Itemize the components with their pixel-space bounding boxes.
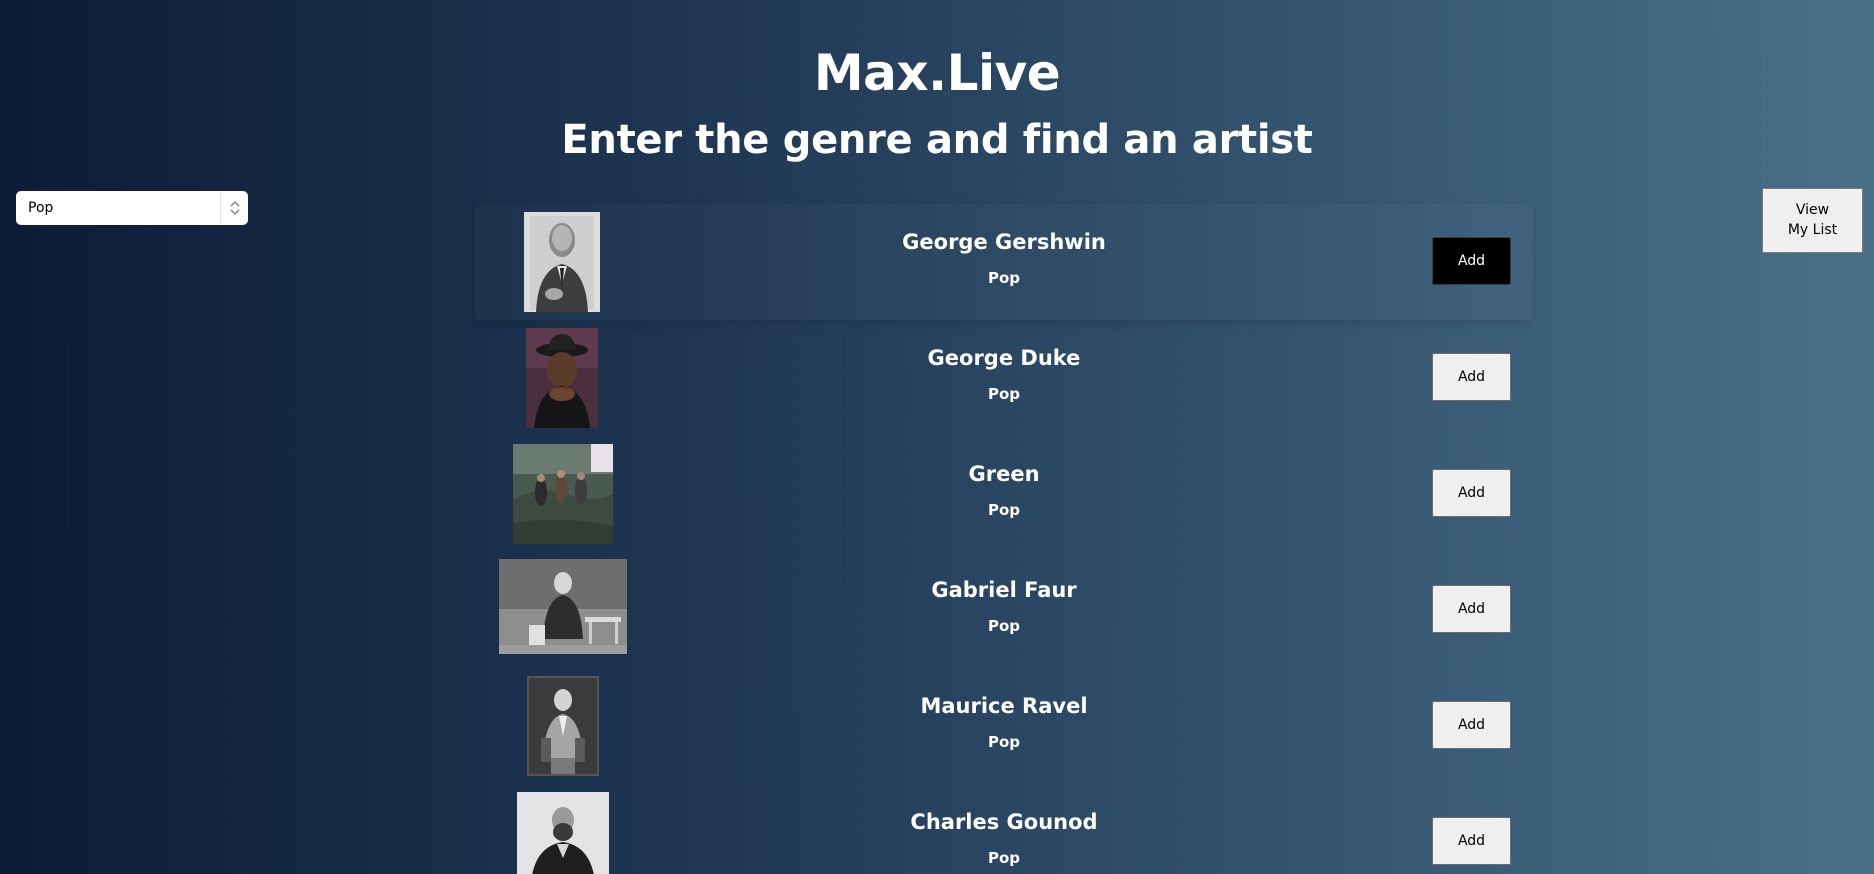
artist-name: Charles Gounod bbox=[910, 810, 1098, 834]
genre-select-value: Pop bbox=[28, 200, 54, 216]
artist-row: Maurice Ravel Pop Add bbox=[475, 668, 1533, 784]
artist-name: Green bbox=[968, 462, 1040, 486]
artist-name: George Gershwin bbox=[902, 230, 1106, 254]
genre-select[interactable]: Pop bbox=[16, 191, 248, 225]
artist-row: George Duke Pop Add bbox=[475, 320, 1533, 436]
view-my-list-label-line1: View bbox=[1795, 202, 1830, 218]
artist-photo bbox=[499, 559, 627, 654]
artist-photo bbox=[526, 328, 598, 428]
add-artist-button[interactable]: Add bbox=[1432, 353, 1511, 401]
artist-genre: Pop bbox=[987, 617, 1021, 635]
artist-genre: Pop bbox=[987, 849, 1021, 867]
artist-genre: Pop bbox=[987, 733, 1021, 751]
view-my-list-label-line2: My List bbox=[1787, 222, 1838, 238]
artist-row: Green Pop Add bbox=[475, 436, 1533, 552]
chevron-up-down-icon bbox=[220, 191, 248, 225]
artist-photo bbox=[527, 676, 599, 776]
artist-name: Maurice Ravel bbox=[920, 694, 1088, 718]
artist-name: George Duke bbox=[927, 346, 1081, 370]
add-artist-button[interactable]: Add bbox=[1432, 701, 1511, 749]
artist-genre: Pop bbox=[987, 501, 1021, 519]
add-artist-button[interactable]: Add bbox=[1432, 817, 1511, 865]
artist-genre: Pop bbox=[987, 269, 1021, 287]
page-subtitle: Enter the genre and find an artist bbox=[561, 117, 1313, 163]
artist-row: Gabriel Faur Pop Add bbox=[475, 552, 1533, 668]
artist-photo bbox=[513, 444, 613, 544]
add-artist-button[interactable]: Add bbox=[1432, 585, 1511, 633]
artist-row: George Gershwin Pop Add bbox=[475, 204, 1533, 320]
view-my-list-button[interactable]: View My List bbox=[1762, 188, 1863, 253]
add-artist-button[interactable]: Add bbox=[1432, 237, 1511, 285]
artist-genre: Pop bbox=[987, 385, 1021, 403]
app-title: Max.Live bbox=[813, 44, 1061, 102]
add-artist-button[interactable]: Add bbox=[1432, 469, 1511, 517]
artist-photo bbox=[524, 212, 600, 312]
artist-list: George Gershwin Pop Add George Duke Pop … bbox=[475, 204, 1533, 874]
artist-name: Gabriel Faur bbox=[931, 578, 1077, 602]
artist-row: Charles Gounod Pop Add bbox=[475, 784, 1533, 874]
